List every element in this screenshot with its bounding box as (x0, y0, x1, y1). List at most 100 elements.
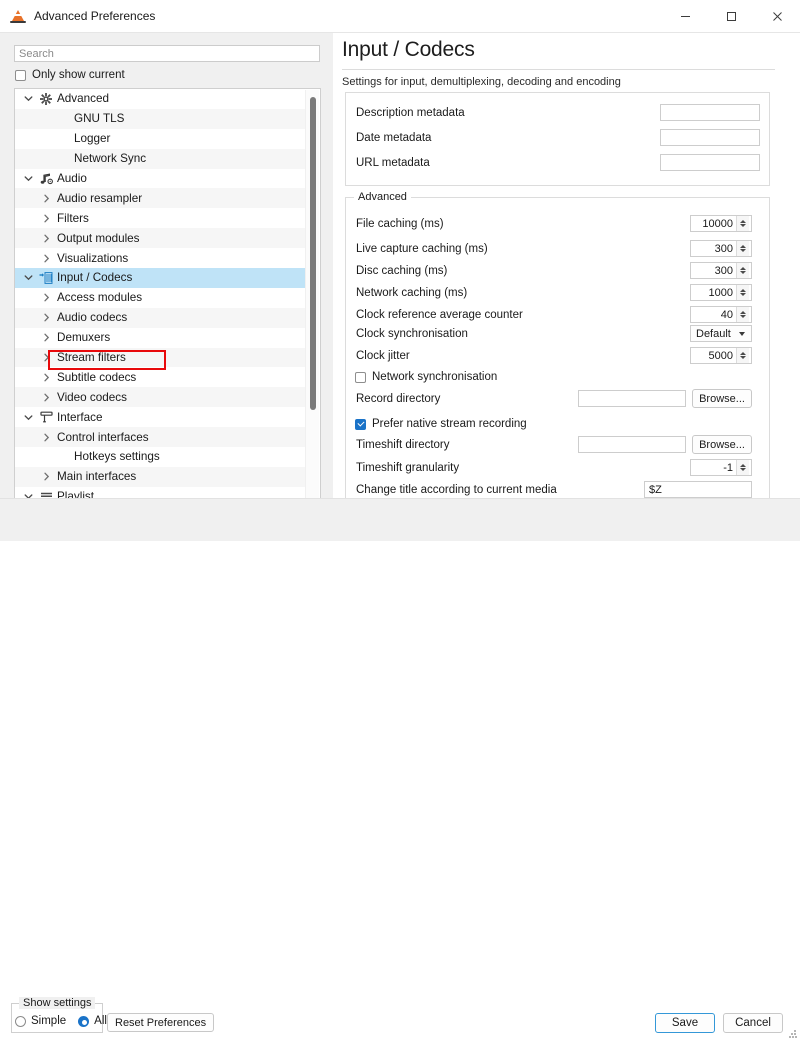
combobox-clock-synchronisation[interactable]: Default (690, 325, 752, 342)
radio-simple[interactable] (15, 1015, 26, 1027)
sidebar-item-demuxers[interactable]: Demuxers (15, 328, 305, 348)
field-input-url-metadata[interactable] (660, 154, 760, 171)
radio-all[interactable] (78, 1015, 90, 1027)
checkbox-row-network-synchronisation[interactable]: Network synchronisation (355, 367, 497, 387)
search-input[interactable] (14, 45, 320, 62)
checkbox-row-prefer-native-stream-recording[interactable]: Prefer native stream recording (355, 414, 527, 434)
field-input-date-metadata[interactable] (660, 129, 760, 146)
spinbox-input-live-capture-caching-ms[interactable] (691, 241, 736, 256)
sidebar-item-output-modules[interactable]: Output modules (15, 228, 305, 249)
field-label: Clock reference average counter (356, 309, 523, 321)
spinbox-disc-caching-ms[interactable] (690, 262, 752, 279)
sidebar-item-audio[interactable]: Audio (15, 169, 305, 189)
spinbox-clock-jitter[interactable] (690, 347, 752, 364)
tree-scrollbar-thumb[interactable] (310, 97, 316, 410)
twisty-chevron-right-icon[interactable] (38, 472, 55, 481)
sidebar-item-access-modules[interactable]: Access modules (15, 288, 305, 308)
sidebar-item-subtitle-codecs[interactable]: Subtitle codecs (15, 367, 305, 387)
sidebar-item-input-codecs[interactable]: Input / Codecs (15, 268, 305, 288)
field-row-clock-synchronisation: Clock synchronisation (356, 324, 468, 344)
twisty-chevron-right-icon[interactable] (38, 433, 55, 442)
maximize-button[interactable] (708, 0, 754, 33)
sidebar-item-audio-codecs[interactable]: Audio codecs (15, 307, 305, 328)
twisty-chevron-right-icon[interactable] (38, 293, 55, 302)
advanced-group-legend: Advanced (354, 191, 411, 203)
twisty-chevron-right-icon[interactable] (38, 353, 55, 362)
spinbox-clock-reference-average-counter[interactable] (690, 306, 752, 323)
field-input-record-directory[interactable] (578, 390, 686, 407)
metadata-row: URL metadata (356, 153, 430, 173)
spinbox-arrows-timeshift-granularity[interactable] (736, 460, 749, 475)
only-show-current-row[interactable]: Only show current (15, 69, 125, 81)
spinbox-arrows-live-capture-caching-ms[interactable] (736, 241, 749, 256)
tree-scrollbar[interactable] (305, 90, 319, 522)
checkbox-network-synchronisation[interactable] (355, 371, 366, 383)
close-button[interactable] (754, 0, 800, 33)
spinbox-input-file-caching-ms[interactable] (691, 216, 736, 231)
spinbox-arrows-file-caching-ms[interactable] (736, 216, 749, 231)
sidebar-item-filters[interactable]: Filters (15, 208, 305, 228)
twisty-chevron-down-icon[interactable] (20, 174, 37, 183)
interface-icon (37, 411, 55, 423)
window-title: Advanced Preferences (34, 9, 156, 23)
field-input-description-metadata[interactable] (660, 104, 760, 121)
save-button[interactable]: Save (655, 1013, 715, 1033)
sidebar-item-label: Main interfaces (57, 470, 137, 484)
spinbox-live-capture-caching-ms[interactable] (690, 240, 752, 257)
twisty-chevron-down-icon[interactable] (20, 94, 37, 103)
browse-button-timeshift-directory[interactable]: Browse... (692, 435, 752, 454)
sidebar-item-video-codecs[interactable]: Video codecs (15, 387, 305, 408)
twisty-chevron-right-icon[interactable] (38, 194, 55, 203)
twisty-chevron-right-icon[interactable] (38, 254, 55, 263)
sidebar-item-logger[interactable]: Logger (15, 129, 305, 149)
spinbox-input-clock-jitter[interactable] (691, 348, 736, 363)
reset-preferences-button[interactable]: Reset Preferences (107, 1013, 215, 1032)
twisty-chevron-right-icon[interactable] (38, 214, 55, 223)
sidebar-item-gnu-tls[interactable]: GNU TLS (15, 108, 305, 129)
sidebar-item-visualizations[interactable]: Visualizations (15, 248, 305, 268)
field-input-change-title-according-to-current-media[interactable] (644, 481, 752, 498)
twisty-chevron-right-icon[interactable] (38, 234, 55, 243)
sidebar-item-label: Demuxers (57, 331, 111, 345)
checkbox-prefer-native-stream-recording[interactable] (355, 418, 366, 430)
show-settings-radios: Simple All (15, 1015, 119, 1027)
spinbox-timeshift-granularity[interactable] (690, 459, 752, 476)
resize-grip[interactable] (789, 1030, 797, 1038)
twisty-chevron-down-icon[interactable] (20, 413, 37, 422)
minimize-button[interactable] (662, 0, 708, 33)
cancel-button[interactable]: Cancel (723, 1013, 783, 1033)
field-row-network-caching-ms: Network caching (ms) (356, 283, 467, 303)
spinbox-input-disc-caching-ms[interactable] (691, 263, 736, 278)
twisty-chevron-right-icon[interactable] (38, 373, 55, 382)
spinbox-network-caching-ms[interactable] (690, 284, 752, 301)
sidebar-item-main-interfaces[interactable]: Main interfaces (15, 466, 305, 487)
sidebar-item-label: Advanced (57, 92, 109, 106)
spinbox-input-network-caching-ms[interactable] (691, 285, 736, 300)
spinbox-arrows-clock-jitter[interactable] (736, 348, 749, 363)
spinbox-input-timeshift-granularity[interactable] (691, 460, 736, 475)
sidebar-item-audio-resampler[interactable]: Audio resampler (15, 188, 305, 209)
sidebar-item-advanced[interactable]: Advanced (15, 89, 305, 109)
spinbox-arrows-network-caching-ms[interactable] (736, 285, 749, 300)
spinbox-file-caching-ms[interactable] (690, 215, 752, 232)
twisty-chevron-down-icon[interactable] (20, 273, 37, 282)
sidebar-item-control-interfaces[interactable]: Control interfaces (15, 427, 305, 448)
sidebar-item-hotkeys-settings[interactable]: Hotkeys settings (15, 447, 305, 467)
spinbox-arrows-disc-caching-ms[interactable] (736, 263, 749, 278)
spinbox-arrows-clock-reference-average-counter[interactable] (736, 307, 749, 322)
only-show-current-checkbox[interactable] (15, 69, 26, 81)
browse-button-record-directory[interactable]: Browse... (692, 389, 752, 408)
twisty-chevron-right-icon[interactable] (38, 333, 55, 342)
sidebar-item-network-sync[interactable]: Network Sync (15, 148, 305, 169)
sidebar-item-stream-filters[interactable]: Stream filters (15, 347, 305, 368)
field-row-clock-jitter: Clock jitter (356, 346, 410, 366)
radio-simple-label: Simple (31, 1015, 67, 1027)
twisty-chevron-right-icon[interactable] (38, 393, 55, 402)
sidebar-item-interface[interactable]: Interface (15, 407, 305, 427)
twisty-chevron-right-icon[interactable] (38, 313, 55, 322)
spinbox-input-clock-reference-average-counter[interactable] (691, 307, 736, 322)
field-input-timeshift-directory[interactable] (578, 436, 686, 453)
field-row-disc-caching-ms: Disc caching (ms) (356, 261, 447, 281)
chevron-down-icon (739, 331, 745, 336)
settings-tree[interactable]: Advanced GNU TLS Logger Network Sync Audio Au… (14, 88, 321, 523)
